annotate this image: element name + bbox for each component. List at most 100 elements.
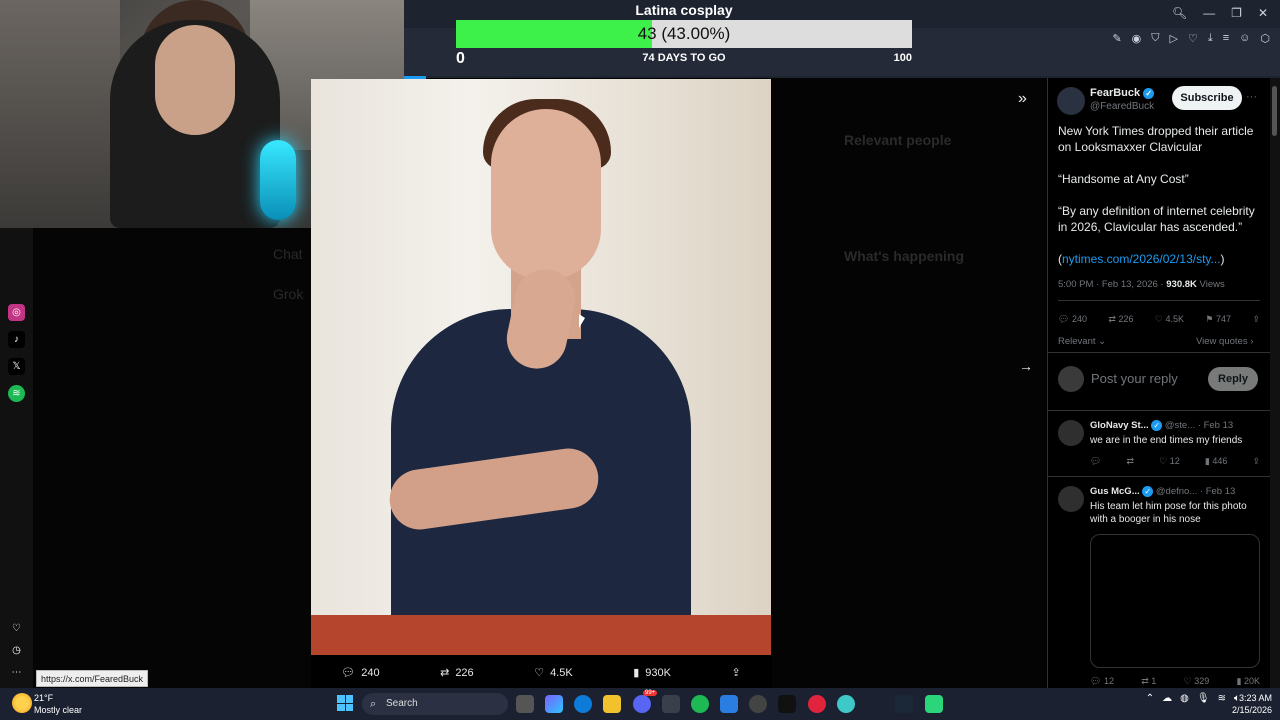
download-icon[interactable]: ⤓ xyxy=(1208,32,1213,45)
tiktok-icon[interactable] xyxy=(778,695,796,713)
author-avatar[interactable] xyxy=(1057,87,1085,115)
wifi-icon[interactable]: ≋ xyxy=(1218,693,1226,704)
play-icon[interactable]: ▷ xyxy=(1170,32,1178,45)
mail-icon[interactable] xyxy=(720,695,738,713)
reply-repost-button[interactable]: ⇄ 1 xyxy=(1141,676,1156,687)
reply-views-button[interactable]: ▮ 446 xyxy=(1205,456,1227,467)
weather-icon[interactable] xyxy=(12,693,32,713)
copilot-icon[interactable] xyxy=(545,695,563,713)
discord-icon[interactable] xyxy=(633,695,651,713)
scrollbar[interactable] xyxy=(1270,78,1280,688)
view-quotes-link[interactable]: View quotes › xyxy=(1196,336,1253,347)
taskbar-search-label: Search xyxy=(386,698,418,709)
windows-start-icon[interactable] xyxy=(337,695,353,711)
reply-like-button[interactable]: ♡ 12 xyxy=(1159,456,1180,467)
post-more-icon[interactable]: ··· xyxy=(1246,91,1257,103)
camera-icon[interactable]: ◉ xyxy=(1132,32,1142,45)
share-icon[interactable]: ⇪ xyxy=(1252,456,1260,467)
search-icon[interactable]: 🔍︎ xyxy=(1172,6,1187,20)
instagram-icon[interactable]: ◎ xyxy=(8,304,25,321)
search-icon: ⌕ xyxy=(370,698,377,710)
close-icon[interactable]: ✕ xyxy=(1258,6,1268,20)
shield-icon[interactable]: ⛉ xyxy=(1151,32,1159,45)
post-link[interactable]: nytimes.com/2026/02/13/sty... xyxy=(1062,252,1221,266)
reply-avatar[interactable] xyxy=(1058,420,1084,446)
tiktok-icon[interactable]: ♪ xyxy=(8,331,25,348)
extension-icon[interactable]: ⬡ xyxy=(1260,32,1270,45)
reply-stats-row: 💬︎ ⇄ ♡ 12 ▮ 446 ⇪ xyxy=(1090,456,1260,467)
reply-button[interactable]: 💬︎ 240 xyxy=(1058,314,1087,325)
reply-media[interactable] xyxy=(1090,534,1260,668)
reply-view-count: 446 xyxy=(1212,456,1228,466)
scrollbar-thumb[interactable] xyxy=(1272,86,1277,136)
goal-progress-text: 43 (43.00%) xyxy=(637,24,731,43)
steam-icon[interactable] xyxy=(895,695,913,713)
file-explorer-icon[interactable] xyxy=(603,695,621,713)
share-icon[interactable]: ⇪ xyxy=(1252,314,1260,325)
globe-icon[interactable]: ◍ xyxy=(1180,693,1189,704)
reply-comment-button[interactable]: 💬︎ xyxy=(1090,456,1101,467)
chevron-right-icon: › xyxy=(1250,336,1254,347)
sort-dropdown[interactable]: Relevant ⌄ xyxy=(1058,336,1106,347)
chevron-down-icon: ⌄ xyxy=(1098,336,1107,347)
post-stats-row: 💬︎ 240 ⇄ 226 ♡ 4.5K ⚑ 747 ⇪ xyxy=(1058,314,1260,325)
subscribe-button[interactable]: Subscribe xyxy=(1172,86,1242,110)
extension-icons: ✎ ◉ ⛉ ▷ ♡ ⤓ ≡ ☺ ⬡ xyxy=(1112,32,1270,45)
media-share-button[interactable]: ⇪ xyxy=(732,666,741,679)
store-icon[interactable] xyxy=(662,695,680,713)
spotify-icon[interactable]: ≋ xyxy=(8,385,25,402)
like-button[interactable]: ♡ 4.5K xyxy=(1155,314,1184,325)
next-arrow-icon[interactable]: → xyxy=(1019,358,1033,374)
menu-icon[interactable]: ≡ xyxy=(1223,32,1229,45)
task-view-icon[interactable] xyxy=(516,695,534,713)
app-icon[interactable] xyxy=(925,695,943,713)
cloud-icon[interactable]: ☁ xyxy=(1162,693,1172,704)
obs-icon[interactable] xyxy=(749,695,767,713)
opera-icon[interactable] xyxy=(808,695,826,713)
bookmark-button[interactable]: ⚑ 747 xyxy=(1205,314,1231,325)
divider xyxy=(1048,352,1271,353)
reply-avatar[interactable] xyxy=(1058,486,1084,512)
divider xyxy=(1058,300,1260,301)
restore-icon[interactable]: ❐ xyxy=(1231,6,1242,20)
reply-repost-button[interactable]: ⇄ xyxy=(1127,456,1135,467)
reply-views-button[interactable]: ▮ 20K xyxy=(1237,676,1260,687)
reply-author-name[interactable]: Gus McG... xyxy=(1090,486,1140,497)
repost-button[interactable]: ⇄ 226 xyxy=(1108,314,1133,325)
media-action-bar: 💬︎ 240 ⇄ 226 ♡ 4.5K ▮ 930K ⇪ xyxy=(311,660,771,684)
post-line-1: New York Times dropped their article on … xyxy=(1058,124,1254,154)
edge-icon[interactable] xyxy=(574,695,592,713)
chevron-up-icon[interactable]: ⌃ xyxy=(1146,693,1154,704)
media-like-button[interactable]: ♡ 4.5K xyxy=(534,666,573,679)
edit-icon[interactable]: ✎ xyxy=(1112,32,1121,45)
post-line-3: “By any definition of internet celebrity… xyxy=(1058,204,1255,234)
verified-icon: ✓ xyxy=(1151,420,1163,431)
reply-submit-button[interactable]: Reply xyxy=(1208,367,1258,391)
media-views-button[interactable]: ▮ 930K xyxy=(633,666,671,679)
reply-comment-button[interactable]: 💬︎ 12 xyxy=(1090,676,1114,687)
profile-icon[interactable]: ☺ xyxy=(1239,32,1250,45)
heart-icon[interactable]: ♡ xyxy=(8,620,25,637)
clock-date[interactable]: 2/15/2026 xyxy=(1226,705,1272,715)
author-name-row[interactable]: FearBuck ✓ xyxy=(1090,87,1155,99)
spotify-icon[interactable] xyxy=(691,695,709,713)
clock-time[interactable]: 3:23 AM xyxy=(1226,693,1272,703)
heart-icon[interactable]: ♡ xyxy=(1188,32,1198,45)
reply-author-name[interactable]: GloNavy St... xyxy=(1090,420,1149,431)
more-icon[interactable]: ⋯ xyxy=(8,664,25,681)
history-icon[interactable]: ◷ xyxy=(8,642,25,659)
microphone-icon[interactable]: 🎙︎ xyxy=(1197,693,1210,704)
reply-author-handle: @ste... xyxy=(1164,420,1196,432)
media-repost-count: 226 xyxy=(455,666,474,679)
media-reply-button[interactable]: 💬︎ 240 xyxy=(341,666,379,679)
minimize-icon[interactable]: — xyxy=(1203,6,1215,20)
reply-input[interactable]: Post your reply xyxy=(1091,371,1178,386)
expand-panel-icon[interactable]: » xyxy=(1018,90,1027,108)
post-media-image[interactable] xyxy=(311,79,771,655)
sort-label: Relevant xyxy=(1058,336,1096,347)
browser-icon[interactable] xyxy=(837,695,855,713)
reply-like-button[interactable]: ♡ 329 xyxy=(1184,676,1210,687)
taskbar-search[interactable]: ⌕ Search xyxy=(362,693,508,715)
x-logo-icon[interactable]: 𝕏 xyxy=(8,358,25,375)
media-repost-button[interactable]: ⇄ 226 xyxy=(440,666,474,679)
